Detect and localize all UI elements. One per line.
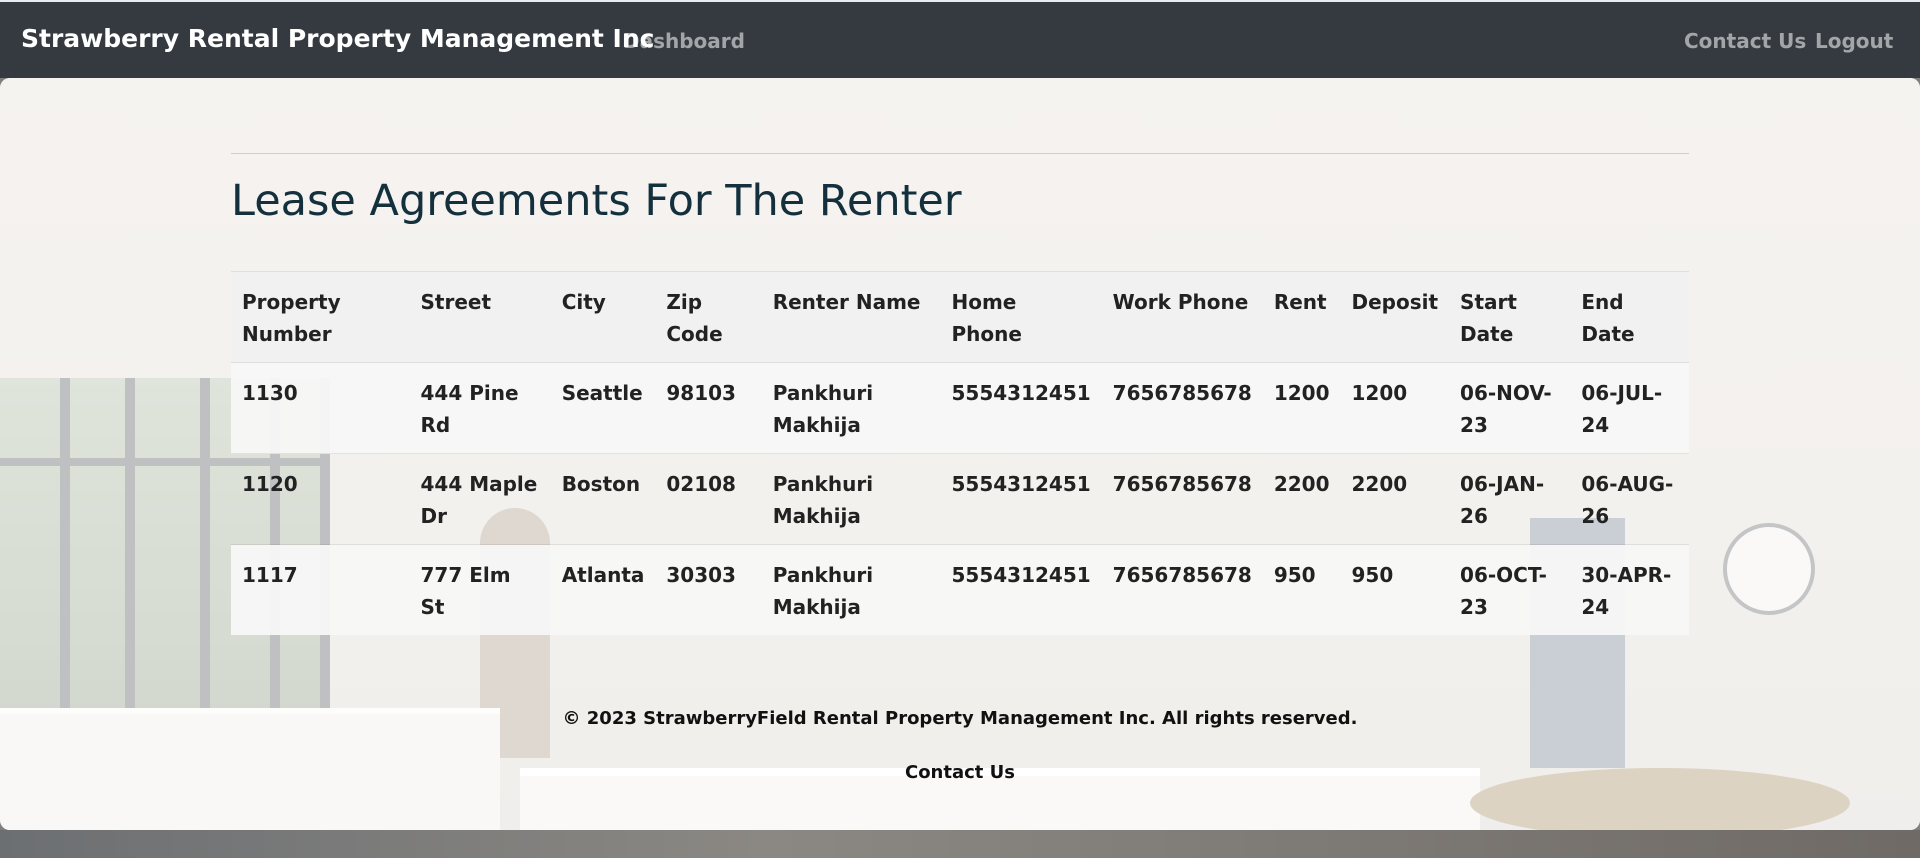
table-cell: 30-APR-24	[1570, 544, 1689, 635]
page-title: Lease Agreements For The Renter	[231, 176, 962, 226]
column-header: Renter Name	[761, 271, 941, 363]
table-cell: Pankhuri Makhija	[761, 362, 941, 454]
table-cell: 1200	[1340, 362, 1450, 454]
table-cell: 1117	[231, 544, 410, 635]
table-row: 1117 777 Elm St Atlanta 30303 Pankhuri M…	[231, 544, 1689, 635]
table-cell: 444 Maple Dr	[409, 453, 551, 545]
top-navbar: Strawberry Rental Property Management In…	[0, 0, 1920, 78]
brand-logo-text[interactable]: Strawberry Rental Property Management In…	[21, 24, 654, 53]
table-cell: 5554312451	[940, 544, 1102, 635]
table-cell: Boston	[550, 453, 656, 545]
table-cell: 5554312451	[940, 453, 1102, 545]
table-header-row: Property Number Street City Zip Code Ren…	[231, 271, 1689, 363]
column-header: Home Phone	[940, 271, 1102, 363]
column-header: Start Date	[1449, 271, 1571, 363]
column-header: Rent	[1262, 271, 1341, 363]
footer-contact-us-link[interactable]: Contact Us	[0, 762, 1920, 783]
table-cell: 1130	[231, 362, 410, 454]
table-cell: 06-OCT-23	[1449, 544, 1571, 635]
table-cell: 444 Pine Rd	[409, 362, 551, 454]
table-cell: 02108	[655, 453, 762, 545]
column-header: Property Number	[231, 271, 410, 363]
table-cell: 98103	[655, 362, 762, 454]
table-row: 1130 444 Pine Rd Seattle 98103 Pankhuri …	[231, 362, 1689, 454]
table-cell: 1120	[231, 453, 410, 545]
table-cell: 7656785678	[1101, 544, 1263, 635]
table-cell: Pankhuri Makhija	[761, 544, 941, 635]
table-cell: Pankhuri Makhija	[761, 453, 941, 545]
table-cell: 06-JAN-26	[1449, 453, 1571, 545]
table-cell: 06-AUG-26	[1570, 453, 1689, 545]
table-cell: 06-JUL-24	[1570, 362, 1689, 454]
bottom-background-strip	[0, 830, 1920, 858]
table-cell: 950	[1340, 544, 1450, 635]
table-cell: 1200	[1262, 362, 1341, 454]
table-row: 1120 444 Maple Dr Boston 02108 Pankhuri …	[231, 453, 1689, 545]
nav-link-dashboard[interactable]: Dashboard	[623, 29, 745, 53]
table-cell: 30303	[655, 544, 762, 635]
footer-copyright: © 2023 StrawberryField Rental Property M…	[562, 708, 1358, 729]
column-header: Work Phone	[1101, 271, 1263, 363]
table-cell: Atlanta	[550, 544, 656, 635]
table-cell: 2200	[1340, 453, 1450, 545]
column-header: End Date	[1570, 271, 1689, 363]
table-cell: Seattle	[550, 362, 656, 454]
nav-link-contact-us[interactable]: Contact Us	[1684, 29, 1806, 53]
column-header: Deposit	[1340, 271, 1450, 363]
lease-agreements-table: Property Number Street City Zip Code Ren…	[231, 271, 1689, 635]
divider	[231, 153, 1689, 154]
table-cell: 5554312451	[940, 362, 1102, 454]
nav-link-logout[interactable]: Logout	[1815, 29, 1893, 53]
table-cell: 777 Elm St	[409, 544, 551, 635]
table-cell: 7656785678	[1101, 362, 1263, 454]
table-cell: 950	[1262, 544, 1341, 635]
column-header: Zip Code	[655, 271, 762, 363]
column-header: City	[550, 271, 656, 363]
page-content: Lease Agreements For The Renter Property…	[0, 78, 1920, 830]
table-cell: 7656785678	[1101, 453, 1263, 545]
table-cell: 2200	[1262, 453, 1341, 545]
column-header: Street	[409, 271, 551, 363]
table-cell: 06-NOV-23	[1449, 362, 1571, 454]
